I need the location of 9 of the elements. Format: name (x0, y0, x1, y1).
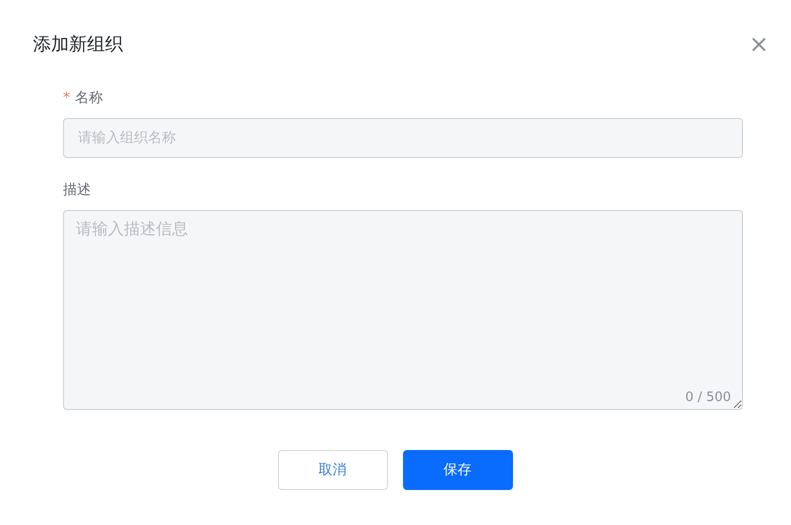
close-button[interactable]: × (744, 32, 773, 56)
field-label: 名称 (75, 89, 103, 107)
field-label: 描述 (63, 181, 91, 199)
character-counter: 0 / 500 (685, 390, 731, 405)
input-field[interactable]: 请输入组织名称 (63, 118, 743, 158)
dialog-title: 添加新组织 (33, 33, 123, 56)
cancel-button[interactable]: 取消 (278, 450, 388, 490)
required-mark: * (63, 90, 70, 106)
save-button[interactable]: 保存 (402, 450, 512, 490)
